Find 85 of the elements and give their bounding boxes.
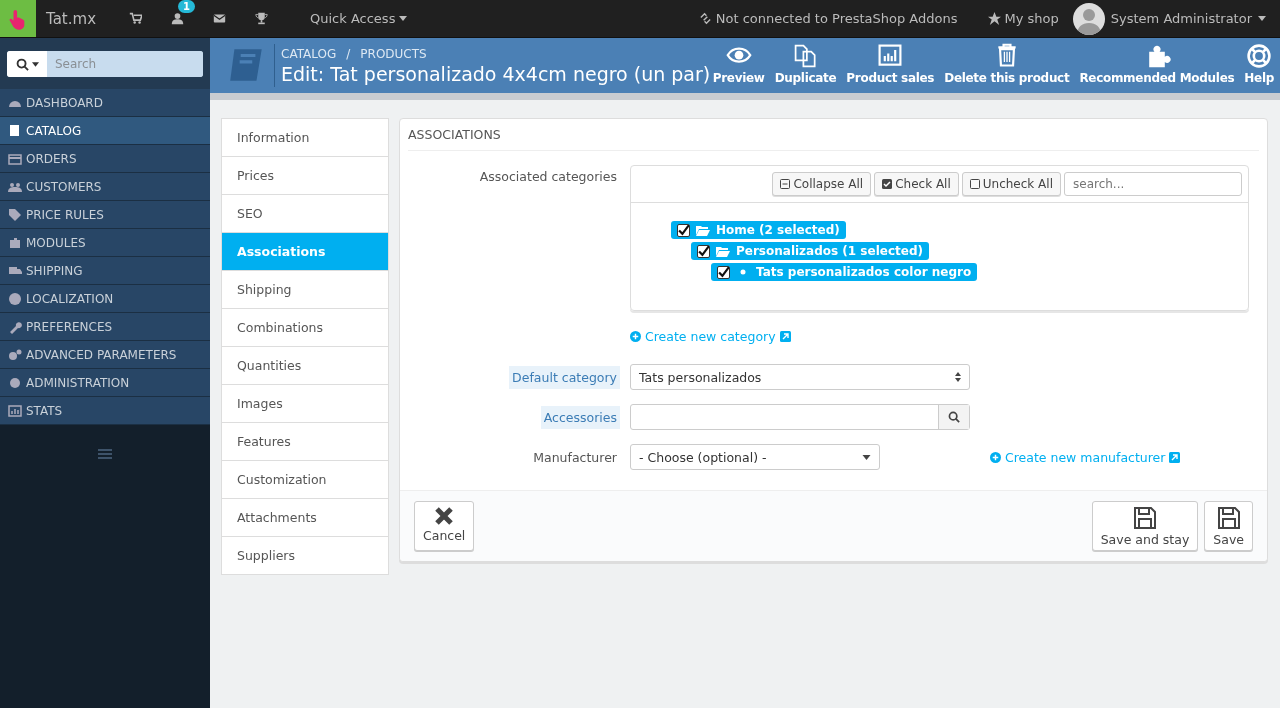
wrench-icon — [8, 319, 22, 334]
sidebar-item[interactable]: CUSTOMERS — [0, 173, 210, 201]
tab[interactable]: Features — [222, 423, 388, 461]
checkbox[interactable] — [677, 223, 690, 237]
trophy-icon[interactable] — [254, 12, 268, 25]
bar-chart-icon — [8, 403, 22, 418]
my-shop-link[interactable]: My shop — [1004, 11, 1059, 26]
cart-icon[interactable] — [128, 12, 142, 25]
panel-title: ASSOCIATIONS — [408, 119, 1259, 151]
close-icon — [434, 506, 455, 526]
sidebar-item[interactable]: LOCALIZATION — [0, 285, 210, 313]
tag-icon — [8, 207, 22, 222]
checkbox[interactable] — [717, 265, 730, 279]
caret-icon — [31, 61, 39, 67]
sidebar-item[interactable]: ORDERS — [0, 145, 210, 173]
page-title: Edit: Tat personalizado 4x4cm negro (un par) — [281, 62, 712, 85]
tab[interactable]: Information — [222, 119, 388, 157]
save-and-stay-button[interactable]: Save and stay — [1091, 501, 1199, 551]
minus-square-icon — [780, 179, 791, 189]
plus-circle-icon — [630, 331, 641, 342]
caret-icon — [399, 16, 408, 21]
tab[interactable]: Combinations — [222, 309, 388, 347]
tab[interactable]: Attachments — [222, 499, 388, 537]
tab[interactable]: Customization — [222, 461, 388, 499]
tab[interactable]: Images — [222, 385, 388, 423]
search-field[interactable]: Search — [7, 51, 203, 77]
field-label: Manufacturer — [532, 448, 618, 467]
tree-button[interactable]: Collapse All — [772, 172, 872, 196]
caret-icon — [862, 454, 871, 460]
plus-circle-icon — [990, 451, 1001, 463]
toolbar-button[interactable]: Help — [1244, 43, 1274, 85]
sidebar-item[interactable]: SHIPPING — [0, 257, 210, 285]
toolbar-button[interactable]: Duplicate — [774, 43, 837, 85]
checked-square-icon — [882, 179, 893, 189]
sidebar-item[interactable]: CATALOG — [0, 117, 210, 145]
tab[interactable]: Prices — [222, 157, 388, 195]
star-icon — [987, 12, 1001, 25]
search-field[interactable]: search... — [1064, 172, 1242, 196]
avatar-icon[interactable] — [1072, 2, 1105, 35]
notification-badge: 1 — [178, 0, 195, 13]
search-icon — [15, 57, 29, 71]
hand-pointer-icon — [9, 7, 27, 30]
quick-access-menu[interactable]: Quick Access — [310, 11, 408, 26]
square-icon — [969, 179, 980, 189]
select-field[interactable]: Tats personalizados — [630, 364, 970, 390]
folder-icon — [696, 224, 710, 236]
sidebar-item[interactable]: ADVANCED PARAMETERS — [0, 341, 210, 369]
sidebar-item[interactable]: STATS — [0, 397, 210, 425]
search-field[interactable] — [630, 404, 970, 430]
sidebar-item[interactable]: PRICE RULES — [0, 201, 210, 229]
sidebar-item[interactable]: DASHBOARD — [0, 89, 210, 117]
broken-link-icon — [698, 12, 712, 25]
field-label: Associated categories — [478, 168, 618, 186]
sidebar-item[interactable]: MODULES — [0, 229, 210, 257]
checkbox[interactable] — [697, 244, 710, 258]
toolbar-button[interactable]: Product sales — [846, 43, 935, 85]
person-icon[interactable] — [170, 12, 184, 25]
external-link-icon — [1169, 451, 1181, 463]
shop-name[interactable]: Tat.mx — [46, 9, 96, 28]
field-label: Accessories — [540, 405, 620, 429]
field-label: Default category — [509, 365, 620, 389]
tab[interactable]: Suppliers — [222, 537, 388, 574]
search-icon — [948, 411, 960, 423]
sidebar-item[interactable]: ADMINISTRATION — [0, 369, 210, 397]
tree-button[interactable]: Uncheck All — [961, 172, 1061, 196]
caret-icon — [1258, 16, 1266, 21]
external-link-icon — [779, 331, 791, 342]
cancel-button[interactable]: Cancel — [414, 501, 475, 551]
sidebar-item[interactable]: PREFERENCES — [0, 313, 210, 341]
dropdown-field[interactable]: - Choose (optional) - — [630, 444, 880, 470]
tab[interactable]: Shipping — [222, 271, 388, 309]
breadcrumb-separator: / — [346, 46, 351, 61]
toolbar-button[interactable]: Delete this product — [944, 43, 1070, 85]
lifebuoy-icon — [1245, 43, 1274, 69]
tree-button[interactable]: Check All — [874, 172, 959, 196]
toolbar-button[interactable]: Recommended Modules — [1079, 43, 1235, 85]
addons-status[interactable]: Not connected to PrestaShop Addons — [715, 11, 958, 26]
save-button[interactable]: Save — [1204, 501, 1253, 551]
tab[interactable]: Quantities — [222, 347, 388, 385]
credit-card-icon — [8, 151, 22, 166]
folder-icon — [716, 245, 730, 257]
updown-caret-icon — [955, 372, 961, 382]
toolbar-button[interactable]: Preview — [712, 43, 765, 85]
user-name[interactable]: System Administrator — [1110, 11, 1252, 26]
envelope-icon[interactable] — [212, 12, 226, 25]
